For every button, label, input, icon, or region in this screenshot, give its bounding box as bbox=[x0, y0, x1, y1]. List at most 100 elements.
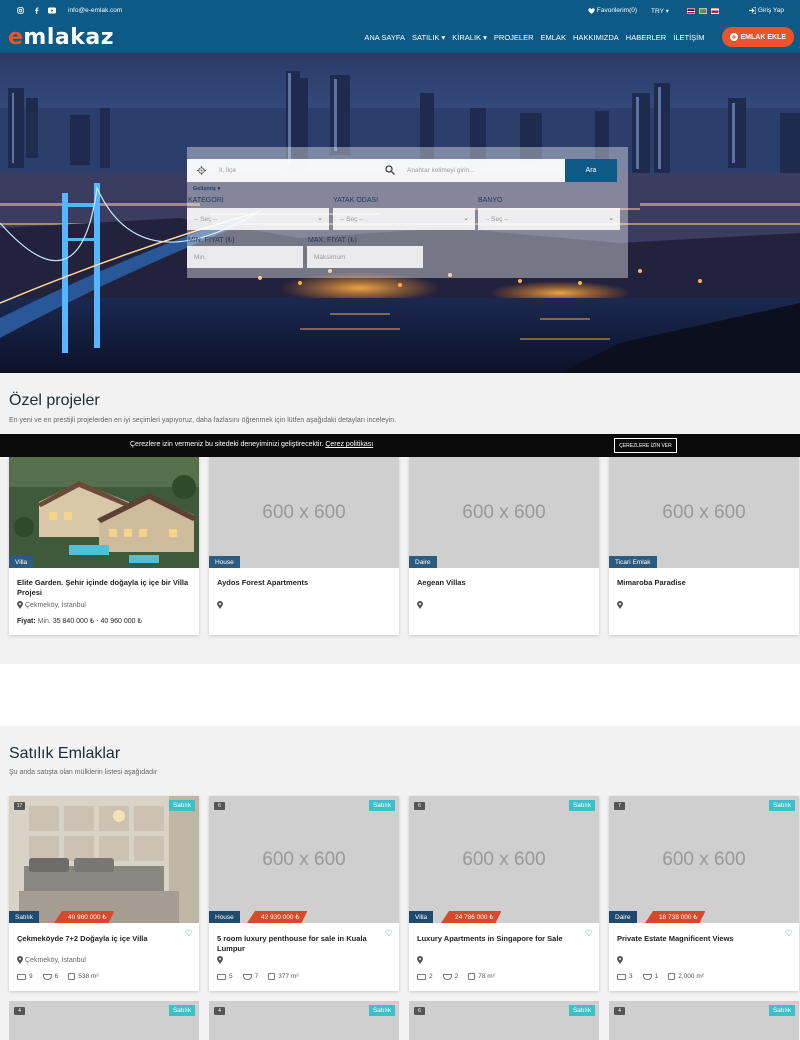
photo-count: 7 bbox=[614, 802, 625, 810]
favorite-heart-icon[interactable]: ♡ bbox=[385, 928, 393, 939]
nav-projects[interactable]: PROJELER bbox=[494, 33, 534, 42]
map-pin-icon bbox=[617, 601, 623, 609]
currency-select[interactable]: TRY ▾ bbox=[651, 7, 669, 15]
category-select[interactable]: -- Seç -- ⌄ bbox=[187, 208, 329, 230]
favorite-heart-icon[interactable]: ♡ bbox=[585, 928, 593, 939]
listing-card[interactable]: 4 Satılık bbox=[609, 1001, 799, 1040]
beds-count: 5 bbox=[217, 973, 233, 980]
listing-card[interactable]: 600 x 600 6 Satılık Villa 24 786 000 ₺ L… bbox=[409, 796, 599, 991]
listing-title[interactable]: Private Estate Magnificent Views bbox=[617, 934, 777, 944]
add-listing-label: EMLAK EKLE bbox=[740, 33, 787, 41]
listing-title[interactable]: 5 room luxury penthouse for sale in Kual… bbox=[217, 934, 377, 953]
project-card[interactable]: 600 x 600 Daire Aegean Villas bbox=[409, 457, 599, 635]
image-placeholder: 600 x 600 bbox=[609, 796, 799, 923]
listing-title[interactable]: Luxury Apartments in Singapore for Sale bbox=[417, 934, 577, 944]
map-pin-icon bbox=[217, 956, 223, 964]
advanced-toggle[interactable]: Gelişmiş ▾ bbox=[193, 186, 220, 192]
nav-news[interactable]: HABERLER bbox=[626, 33, 666, 42]
flag-uk-icon[interactable] bbox=[686, 7, 695, 14]
bathroom-label: BANYO bbox=[478, 197, 503, 204]
project-location bbox=[417, 601, 423, 609]
min-price-input[interactable]: Min. bbox=[187, 246, 303, 268]
category-label: KATEGORİ bbox=[188, 197, 224, 204]
listing-price: 24 786 000 ₺ bbox=[441, 911, 501, 923]
favorite-heart-icon[interactable]: ♡ bbox=[785, 928, 793, 939]
project-card[interactable]: 600 x 600 House Aydos Forest Apartments bbox=[209, 457, 399, 635]
status-badge: Satılık bbox=[168, 1005, 195, 1016]
facebook-icon[interactable] bbox=[32, 7, 40, 15]
listing-card[interactable]: 600 x 600 7 Satılık Daire 18 738 000 ₺ P… bbox=[609, 796, 799, 991]
max-price-input[interactable]: Maksimum bbox=[307, 246, 423, 268]
bathroom-select[interactable]: -- Seç -- ⌄ bbox=[478, 208, 620, 230]
top-bar: info@e-emlak.com Favorilerim(0) TRY ▾ Gi… bbox=[0, 0, 800, 21]
currency-label: TRY bbox=[651, 7, 664, 15]
status-badge: Satılık bbox=[768, 800, 795, 811]
listing-card[interactable]: 4 Satılık bbox=[9, 1001, 199, 1040]
listing-price: 40 960 000 ₺ bbox=[54, 911, 114, 923]
image-placeholder: 600 x 600 bbox=[409, 796, 599, 923]
main-nav: emlakaz ANA SAYFA SATILIK ▾ KİRALIK ▾ PR… bbox=[0, 21, 800, 53]
location-placeholder: İl, İlçe bbox=[219, 167, 236, 174]
project-title[interactable]: Aydos Forest Apartments bbox=[217, 578, 389, 588]
project-card[interactable]: 600 x 600 Ticari Emlak Mimaroba Paradise bbox=[609, 457, 799, 635]
status-badge: Satılık bbox=[768, 1005, 795, 1016]
project-tag: House bbox=[209, 556, 240, 568]
listing-card[interactable]: 600 x 600 6 Satılık House 42 930 000 ₺ 5… bbox=[209, 796, 399, 991]
login-icon bbox=[748, 7, 756, 14]
cookie-policy-link[interactable]: Çerez politikası bbox=[325, 441, 373, 448]
youtube-icon[interactable] bbox=[48, 7, 56, 15]
keyword-input[interactable]: Anahtar kelimeyi girin... bbox=[377, 159, 565, 182]
listing-card[interactable]: 4 Satılık bbox=[209, 1001, 399, 1040]
nav-about[interactable]: HAKKIMIZDA bbox=[573, 33, 619, 42]
search-button[interactable]: Ara bbox=[565, 159, 617, 182]
nav-contact[interactable]: İLETİŞİM bbox=[673, 33, 704, 42]
email-link[interactable]: info@e-emlak.com bbox=[68, 7, 122, 14]
listing-location bbox=[617, 956, 623, 964]
login-link[interactable]: Giriş Yap bbox=[748, 7, 784, 14]
listing-card[interactable]: 17 Satılık Satılık 40 960 000 ₺ Çekmeköy… bbox=[9, 796, 199, 991]
listing-card[interactable]: 6 Satılık bbox=[409, 1001, 599, 1040]
add-listing-button[interactable]: EMLAK EKLE bbox=[721, 27, 794, 47]
bed-icon bbox=[617, 973, 626, 980]
project-price: Fiyat: Min. 35 840 000 ₺ - 40 960 000 ₺ bbox=[17, 618, 142, 625]
listing-title[interactable]: Çekmeköyde 7+2 Doğayla iç içe Villa bbox=[17, 934, 177, 944]
beds-count: 3 bbox=[617, 973, 633, 980]
map-pin-icon bbox=[17, 956, 23, 964]
flag-ru-icon[interactable] bbox=[710, 7, 719, 14]
cookie-banner: Çerezlere izin vermeniz bu sitedeki dene… bbox=[0, 434, 800, 457]
project-location bbox=[217, 601, 223, 609]
project-image bbox=[9, 457, 199, 568]
listing-price: 18 738 000 ₺ bbox=[645, 911, 705, 923]
nav-for-rent[interactable]: KİRALIK ▾ bbox=[452, 33, 487, 42]
nav-home[interactable]: ANA SAYFA bbox=[364, 33, 405, 42]
chevron-down-icon: ⌄ bbox=[463, 215, 469, 222]
status-badge: Satılık bbox=[368, 1005, 395, 1016]
search-icon bbox=[385, 165, 395, 175]
map-pin-icon bbox=[417, 956, 423, 964]
flag-az-icon[interactable] bbox=[698, 7, 707, 14]
max-price-label: MAX. FİYAT (₺) bbox=[308, 237, 357, 244]
listing-features: 2 2 78 m² bbox=[417, 973, 495, 980]
photo-count: 4 bbox=[14, 1007, 25, 1015]
nav-real-estate[interactable]: EMLAK bbox=[541, 33, 566, 42]
image-placeholder: 600 x 600 bbox=[409, 457, 599, 568]
favorites-link[interactable]: Favorilerim(0) bbox=[588, 7, 637, 14]
accept-cookies-button[interactable]: ÇEREZLERE İZİN VER bbox=[614, 438, 677, 453]
area-icon bbox=[268, 973, 276, 980]
listing-type: Daire bbox=[609, 911, 637, 923]
project-card[interactable]: Villa Elite Garden. Şehir içinde doğayla… bbox=[9, 457, 199, 635]
favorite-heart-icon[interactable]: ♡ bbox=[185, 928, 193, 939]
logo[interactable]: emlakaz bbox=[8, 25, 114, 50]
nav-for-sale[interactable]: SATILIK ▾ bbox=[412, 33, 445, 42]
baths-count: 6 bbox=[42, 973, 58, 980]
project-title[interactable]: Mimaroba Paradise bbox=[617, 578, 789, 588]
bath-icon bbox=[642, 973, 652, 980]
location-input[interactable]: İl, İlçe bbox=[187, 159, 377, 182]
bedroom-select[interactable]: -- Seç -- ⌄ bbox=[333, 208, 475, 230]
project-title[interactable]: Elite Garden. Şehir içinde doğayla iç iç… bbox=[17, 578, 189, 597]
instagram-icon[interactable] bbox=[16, 7, 24, 15]
area-size: 2,000 m² bbox=[668, 973, 704, 980]
photo-count: 17 bbox=[14, 802, 25, 810]
project-title[interactable]: Aegean Villas bbox=[417, 578, 589, 588]
bed-icon bbox=[417, 973, 426, 980]
